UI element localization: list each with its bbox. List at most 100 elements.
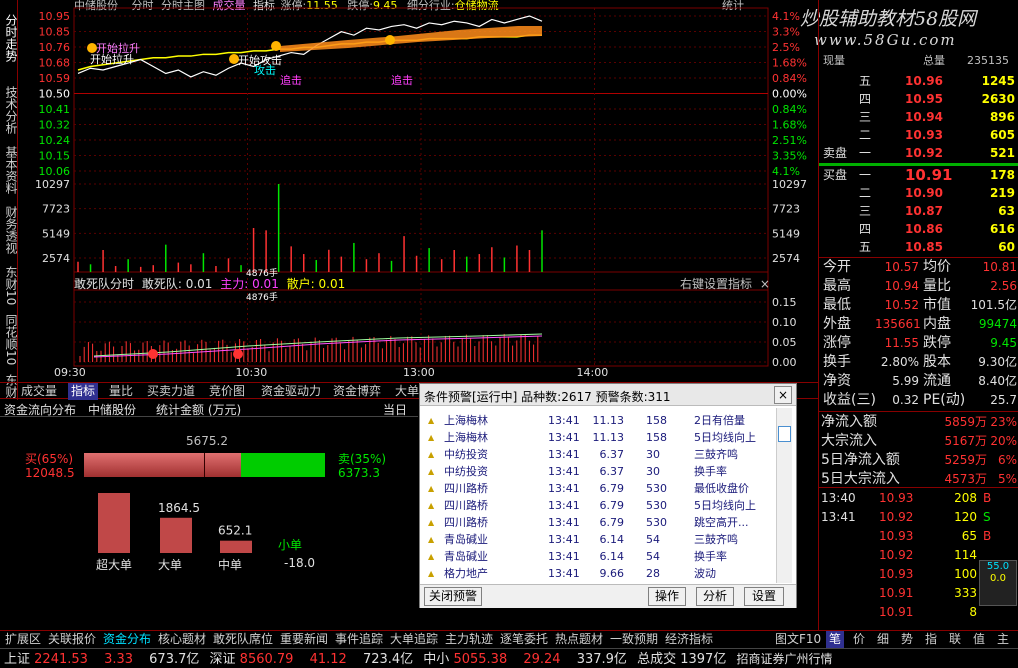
alert-row[interactable]: ▲ 上海梅林 13:41 11.13 158 2日有倍量 (422, 412, 776, 429)
bottom-tab-5[interactable]: 重要新闻 (277, 631, 331, 648)
buy-price[interactable]: 10.85 (905, 238, 943, 256)
subtab-6[interactable]: 资金博弈 (330, 383, 384, 400)
stat-label-2: 内盘 (923, 316, 951, 332)
sell-price[interactable]: 10.92 (905, 144, 943, 162)
tab-technical[interactable]: 技术分析 (1, 86, 18, 146)
analyze-button[interactable]: 分析 (696, 587, 734, 606)
sell-level-label: 二 (859, 128, 872, 142)
right-tab-6[interactable]: 联 (946, 631, 964, 648)
bottom-tab-9[interactable]: 逐笔委托 (497, 631, 551, 648)
bottom-tab-8[interactable]: 主力轨迹 (442, 631, 496, 648)
alert-p: 6.79 (599, 482, 625, 495)
status-bar: 上证 2241.53 3.33 673.7亿 深证 8560.79 41.12 … (0, 648, 1018, 668)
bottom-tab-2[interactable]: 资金分布 (100, 631, 154, 648)
stat-label-2: 流通 (923, 373, 951, 389)
fund-sell-value: 6373.3 (338, 466, 380, 480)
order-size-name: 大单 (158, 558, 182, 572)
alert-t: 13:41 (548, 550, 580, 563)
bottom-tab-6[interactable]: 事件追踪 (332, 631, 386, 648)
alert-p: 6.37 (599, 465, 625, 478)
price-tick-label: 10.32 (39, 119, 71, 132)
subtab-2[interactable]: 量比 (106, 383, 136, 400)
alert-row[interactable]: ▲ 格力地产 13:41 9.66 28 波动 (422, 565, 776, 582)
mini-widget[interactable]: 55.0 0.0 (979, 560, 1017, 606)
bottom-tab-7[interactable]: 大单追踪 (387, 631, 441, 648)
bottom-tab-3[interactable]: 核心题材 (155, 631, 209, 648)
total-value: 1397亿 (680, 652, 727, 667)
alert-row[interactable]: ▲ 中纺投资 13:41 6.37 30 换手率 (422, 463, 776, 480)
buy-price[interactable]: 10.90 (905, 184, 943, 202)
bottom-tab-0[interactable]: 扩展区 (2, 631, 44, 648)
buy-price[interactable]: 10.86 (905, 220, 943, 238)
tab-basic-info[interactable]: 基本资料 (1, 146, 18, 202)
popup-scrollbar[interactable] (776, 408, 792, 583)
signal-label: 追击 (391, 73, 413, 87)
subtab-1[interactable]: 指标 (68, 383, 99, 400)
flow-pct: 6% (997, 453, 1017, 467)
sell-price[interactable]: 10.95 (905, 90, 943, 108)
tab-ths10[interactable]: 同花顺10 (1, 314, 18, 368)
stat-value-2: 2.56 (990, 279, 1017, 293)
price-tick-label: 10.68 (39, 57, 71, 70)
alert-row[interactable]: ▲ 青岛碱业 13:41 6.14 54 三鼓齐鸣 (422, 531, 776, 548)
price-tick-label: 10.95 (39, 10, 71, 23)
indicator-p2: 主力: 0.01 (220, 277, 279, 291)
broker-label[interactable]: 招商证券广州行情 (736, 652, 832, 666)
sell-price[interactable]: 10.93 (905, 126, 943, 144)
sell-price[interactable]: 10.96 (905, 72, 943, 90)
subtab-3[interactable]: 买卖力道 (144, 383, 198, 400)
tab-finance[interactable]: 财务透视 (1, 206, 18, 262)
indicator-settings-label[interactable]: 右键设置指标 (680, 277, 752, 291)
right-tab-8[interactable]: 主 (994, 631, 1012, 648)
volume-tick-label-right: 5149 (772, 227, 800, 240)
bottom-tab-10[interactable]: 热点题材 (552, 631, 606, 648)
right-tab-7[interactable]: 值 (970, 631, 988, 648)
right-tab-3[interactable]: 细 (874, 631, 892, 648)
settings-button[interactable]: 设置 (744, 587, 784, 606)
tab-dongcai10[interactable]: 东财10 (1, 266, 18, 310)
tick-direction: S (983, 510, 991, 524)
subtab-5[interactable]: 资金驱动力 (258, 383, 324, 400)
right-tab-0[interactable]: 图文F10 (772, 631, 824, 648)
indicator-close-icon[interactable]: × (760, 277, 770, 291)
price-tick-label: 10.76 (39, 41, 71, 54)
alert-row[interactable]: ▲ 四川路桥 13:41 6.79 530 5日均线向上 (422, 497, 776, 514)
right-tab-4[interactable]: 势 (898, 631, 916, 648)
indicator-settings[interactable]: 右键设置指标 × (680, 277, 770, 291)
volume-tick-label-right: 2574 (772, 252, 800, 265)
subtab-0[interactable]: 成交量 (18, 383, 60, 400)
subtab-4[interactable]: 竞价图 (206, 383, 248, 400)
bottom-tab-1[interactable]: 关联报价 (45, 631, 99, 648)
tab-intraday[interactable]: 分时走势 (1, 14, 18, 78)
bottom-tab-4[interactable]: 敢死队席位 (210, 631, 276, 648)
alert-row[interactable]: ▲ 上海梅林 13:41 11.13 158 5日均线向上 (422, 429, 776, 446)
price-tick-label: 10.59 (39, 72, 71, 85)
buy-price[interactable]: 10.91 (905, 166, 952, 184)
close-alert-button[interactable]: 关闭预警 (424, 587, 482, 606)
fund-today[interactable]: 当日 (383, 401, 407, 418)
bottom-tab-12[interactable]: 经济指标 (662, 631, 716, 648)
sz-value: 8560.79 (239, 652, 294, 667)
sell-level-label: 五 (859, 74, 872, 88)
alert-row[interactable]: ▲ 中纺投资 13:41 6.37 30 三鼓齐鸣 (422, 446, 776, 463)
volume-tick-label-right: 7723 (772, 203, 800, 216)
operate-button[interactable]: 操作 (648, 587, 686, 606)
stat-value: 5.99 (892, 374, 919, 388)
tick-price: 10.93 (879, 529, 914, 543)
fund-flow-panel: 资金流向分布 中储股份 统计金额 (万元) 当日 5675.2 买(65%) 1… (0, 400, 418, 630)
buy-volume: 219 (989, 186, 1015, 200)
sell-price[interactable]: 10.94 (905, 108, 943, 126)
alert-row[interactable]: ▲ 四川路桥 13:41 6.79 530 跳空高开... (422, 514, 776, 531)
buy-sell-bar (84, 453, 325, 477)
alert-c: 530 (646, 482, 667, 495)
alert-row[interactable]: ▲ 青岛碱业 13:41 6.14 54 换手率 (422, 548, 776, 565)
volume-tick-label: 2574 (42, 252, 70, 265)
popup-close-button[interactable]: × (774, 386, 792, 404)
bottom-tab-11[interactable]: 一致预期 (607, 631, 661, 648)
right-tab-1[interactable]: 笔 (826, 631, 845, 648)
buy-price[interactable]: 10.87 (905, 202, 943, 220)
alert-row[interactable]: ▲ 四川路桥 13:41 6.79 530 最低收盘价 (422, 480, 776, 497)
right-tab-5[interactable]: 指 (922, 631, 940, 648)
right-tab-2[interactable]: 价 (850, 631, 868, 648)
alert-popup[interactable]: 条件预警[运行中] 品种数:2617 预警条数:311 × ▲ 上海梅林 13:41… (419, 383, 797, 608)
